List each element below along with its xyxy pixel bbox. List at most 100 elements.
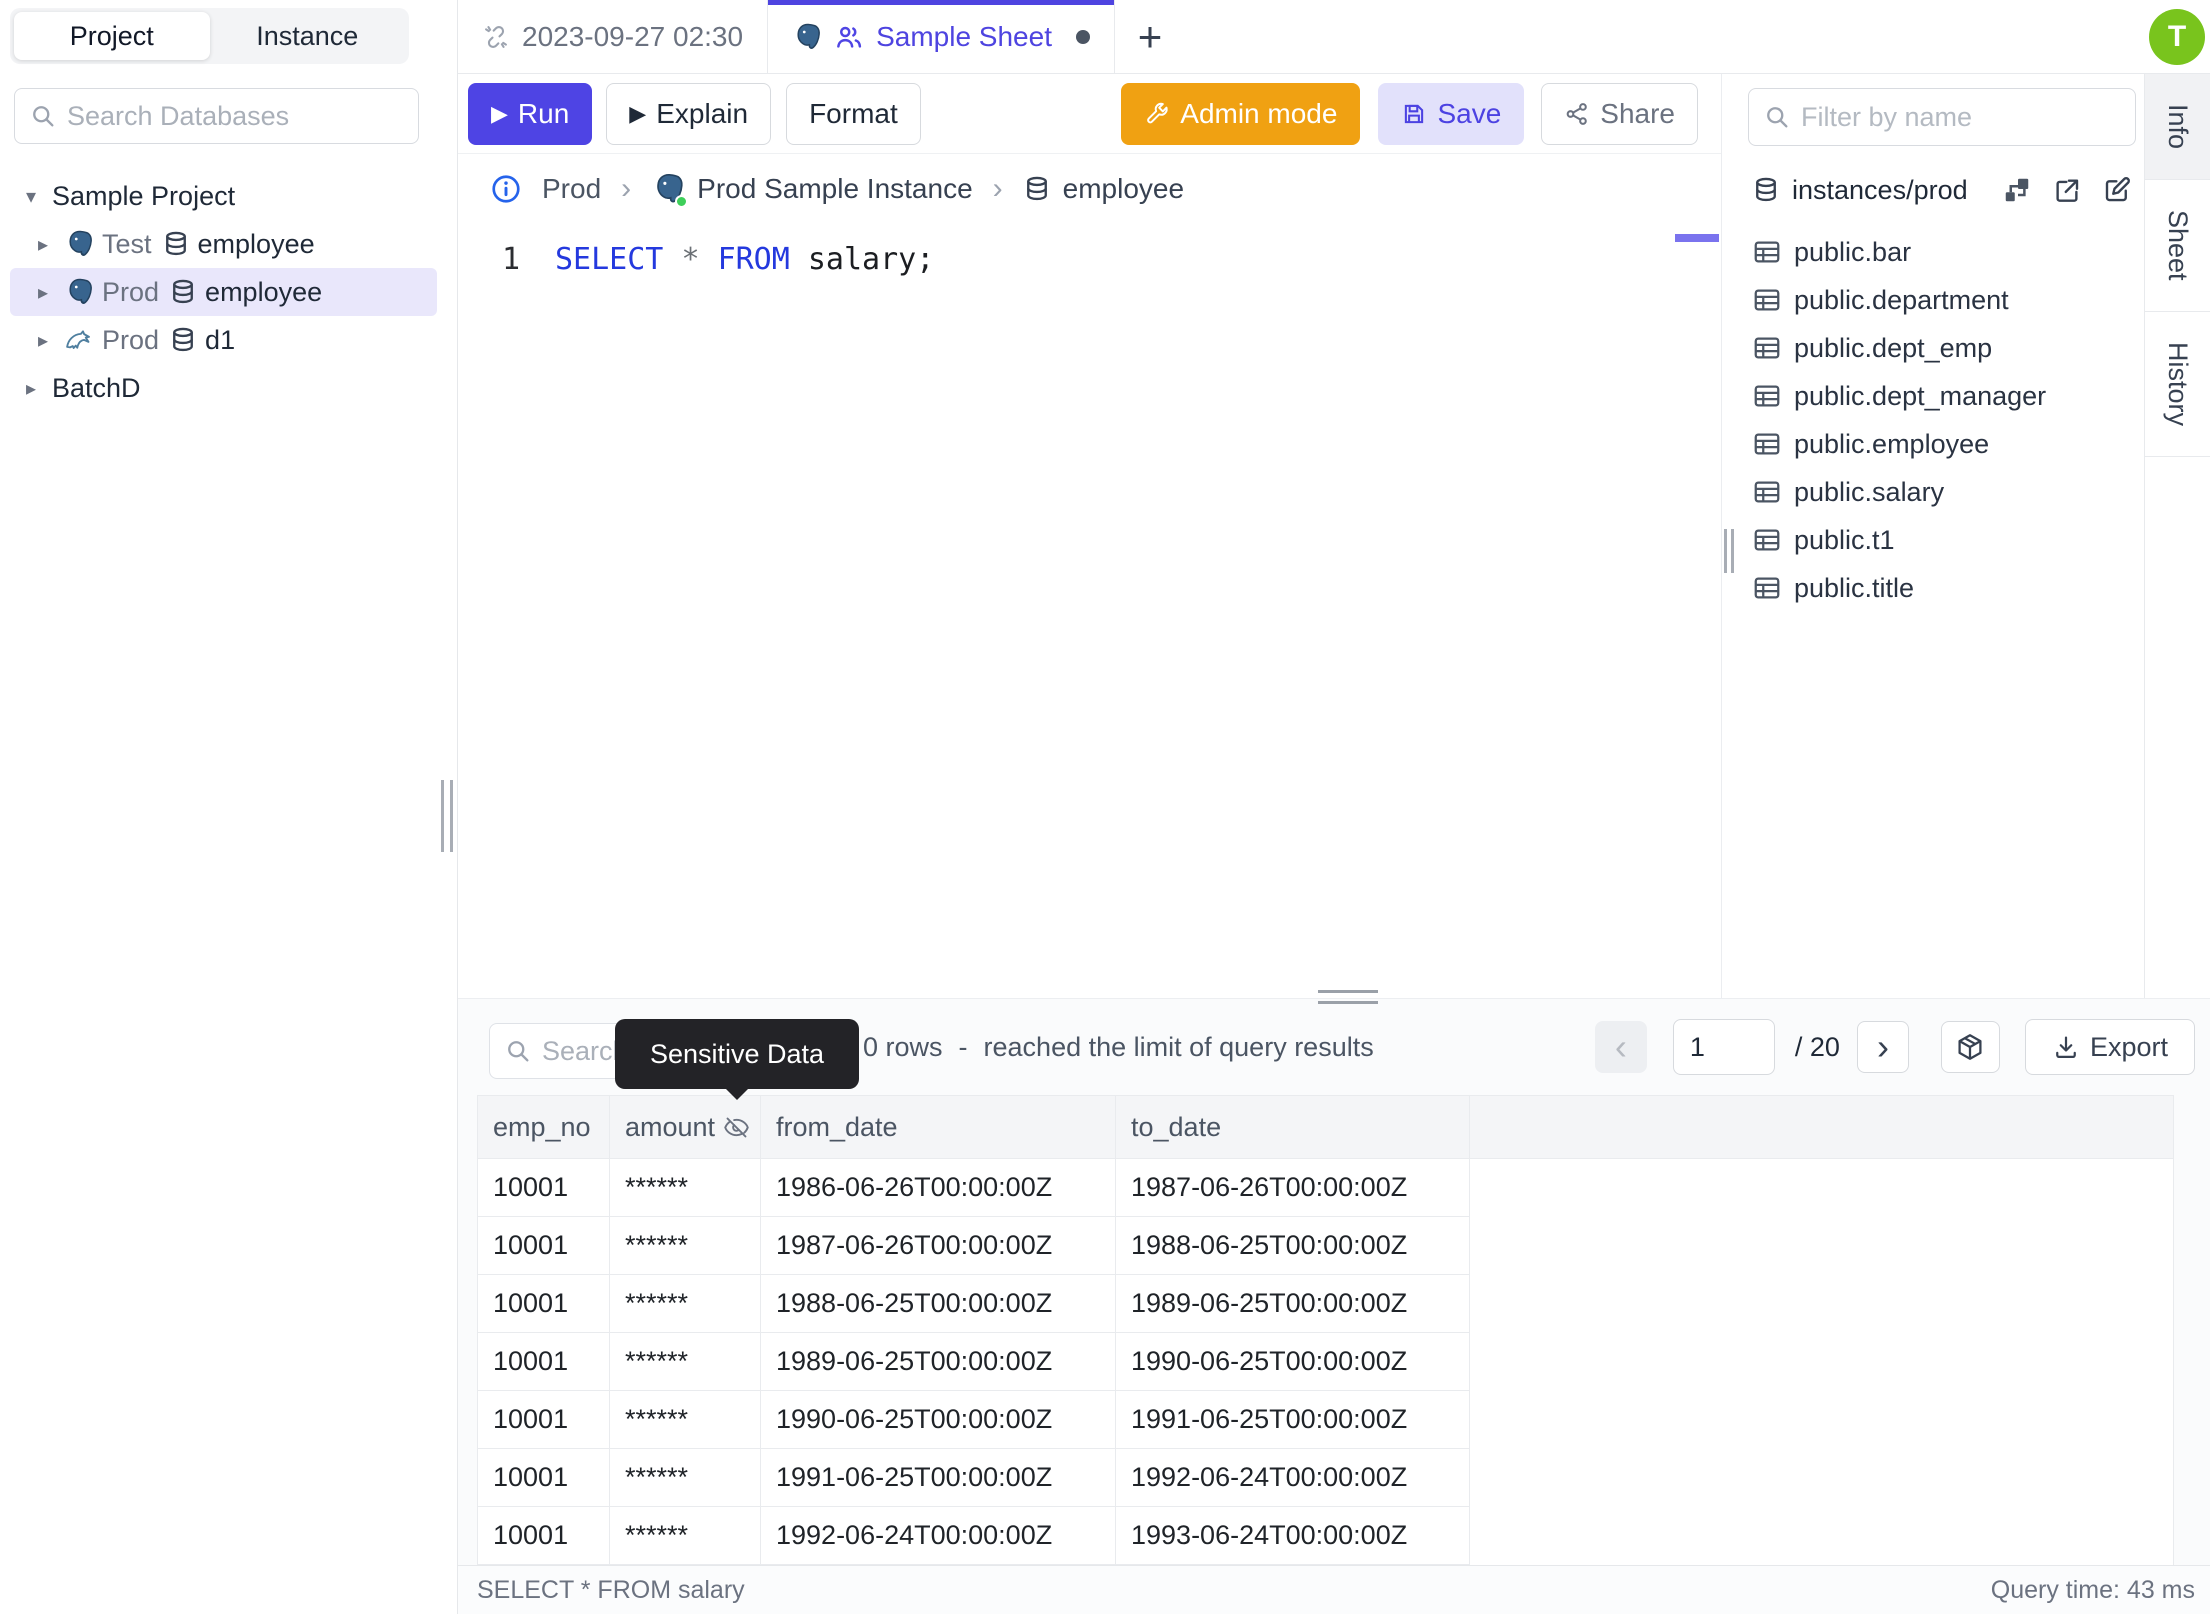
- table-row[interactable]: 10001 ****** 1989-06-25T00:00:00Z 1990-06-2…: [478, 1333, 2173, 1391]
- save-button[interactable]: Save: [1378, 82, 1525, 145]
- table-list-item[interactable]: public.employee: [1748, 420, 2136, 468]
- download-icon: [2056, 1036, 2076, 1059]
- table-row[interactable]: 10001 ****** 1992-06-24T00:00:00Z 1993-06-2…: [478, 1507, 2173, 1565]
- table-list-item[interactable]: public.dept_emp: [1748, 324, 2136, 372]
- table-cell: 1989-06-25T00:00:00Z: [1116, 1275, 1470, 1333]
- table-row[interactable]: 10001 ****** 1991-06-25T00:00:00Z 1992-06-2…: [478, 1449, 2173, 1507]
- column-header[interactable]: to_date: [1116, 1096, 1470, 1159]
- table-row[interactable]: 10001 ****** 1987-06-26T00:00:00Z 1988-06-2…: [478, 1217, 2173, 1275]
- project-label: Sample Project: [52, 180, 236, 211]
- table-cell: 1990-06-25T00:00:00Z: [1116, 1333, 1470, 1391]
- edit-icon[interactable]: [2102, 175, 2132, 205]
- sheet-tab-sample-sheet[interactable]: Sample Sheet: [768, 0, 1115, 73]
- table-list-item[interactable]: public.bar: [1748, 228, 2136, 276]
- avatar-box: T: [2144, 0, 2210, 73]
- tab-project[interactable]: Project: [14, 12, 210, 60]
- table-cell-filler: [1470, 1159, 2173, 1217]
- caret-icon[interactable]: ▸: [38, 328, 64, 353]
- page-number-input[interactable]: [1672, 1019, 1775, 1075]
- postgres-icon: [651, 172, 689, 208]
- table-row[interactable]: 10001 ****** 1988-06-25T00:00:00Z 1989-06-2…: [478, 1275, 2173, 1333]
- tree-database-row[interactable]: ▸ Prod employee: [10, 268, 437, 316]
- result-table: emp_no amount from_date to_date 10001 ***…: [477, 1095, 2174, 1565]
- column-header[interactable]: emp_no: [478, 1096, 610, 1159]
- package-icon: [1958, 1034, 1982, 1060]
- status-bar: SELECT * FROM salary Query time: 43 ms: [458, 1565, 2210, 1614]
- results-toolbar: Sensitive Data 0 rows - reached the limi…: [458, 999, 2210, 1095]
- info-icon[interactable]: [490, 173, 522, 205]
- external-link-icon[interactable]: [2052, 175, 2082, 205]
- column-header-filler: [1470, 1096, 2173, 1159]
- database-icon: [173, 327, 193, 352]
- table-cell: 1990-06-25T00:00:00Z: [761, 1391, 1116, 1449]
- breadcrumb-instance[interactable]: Prod Sample Instance: [651, 172, 973, 208]
- caret-icon[interactable]: ▸: [38, 280, 64, 305]
- executed-query-text: SELECT * FROM salary: [477, 1575, 745, 1604]
- rail-tab-history[interactable]: History: [2145, 311, 2210, 457]
- code-token: *: [681, 242, 700, 277]
- separator: -: [958, 1031, 968, 1062]
- tree-database-row[interactable]: ▸ Prod d1: [10, 316, 437, 364]
- run-button[interactable]: ▶ Run: [468, 82, 593, 145]
- left-sidebar: Project Instance ▾Sample Project▸ Test e…: [0, 0, 458, 1614]
- code-line: 1 SELECT * FROM salary;: [458, 238, 1721, 282]
- table-icon: [1754, 433, 1780, 455]
- splitter-handle[interactable]: [1724, 529, 1734, 573]
- search-databases-input[interactable]: [67, 100, 404, 132]
- sql-editor[interactable]: 1 SELECT * FROM salary;: [458, 224, 1721, 998]
- table-list-item[interactable]: public.salary: [1748, 468, 2136, 516]
- breadcrumb: Prod › Prod Sample Instance › employee: [458, 154, 1721, 224]
- tab-instance[interactable]: Instance: [210, 12, 406, 60]
- editor-panel-splitter[interactable]: [1722, 74, 1738, 998]
- column-header-masked[interactable]: amount: [610, 1096, 761, 1159]
- caret-icon[interactable]: ▸: [26, 376, 52, 401]
- save-icon: [1405, 104, 1424, 123]
- sheet-tab-unsaved[interactable]: 2023-09-27 02:30: [458, 0, 769, 73]
- explain-button[interactable]: ▶ Explain: [606, 82, 772, 145]
- database-icon: [173, 279, 193, 304]
- eye-off-icon[interactable]: [723, 1114, 750, 1141]
- database-tree: ▾ Sample Project ▸ Test employee ▸ Prod emp…: [0, 172, 457, 412]
- tree-database-row[interactable]: ▸ Test employee: [10, 220, 437, 268]
- table-row[interactable]: 10001 ****** 1986-06-26T00:00:00Z 1987-06-2…: [478, 1159, 2173, 1217]
- table-list-item[interactable]: public.t1: [1748, 516, 2136, 564]
- tree-project-row[interactable]: ▾ Sample Project: [10, 172, 437, 220]
- admin-mode-button[interactable]: Admin mode: [1121, 82, 1361, 145]
- table-cell-filler: [1470, 1449, 2173, 1507]
- table-list-item[interactable]: public.title: [1748, 564, 2136, 612]
- export-button[interactable]: Export: [2024, 1019, 2195, 1075]
- caret-icon[interactable]: ▾: [26, 184, 52, 209]
- package-button[interactable]: [1940, 1021, 2000, 1073]
- schema-diagram-icon[interactable]: [2002, 175, 2032, 205]
- next-page-button[interactable]: ›: [1856, 1021, 1909, 1073]
- new-tab-button[interactable]: +: [1115, 0, 1185, 73]
- format-button[interactable]: Format: [786, 82, 921, 145]
- prev-page-button[interactable]: ‹: [1594, 1021, 1647, 1073]
- avatar[interactable]: T: [2149, 8, 2205, 65]
- result-table-header: emp_no amount from_date to_date: [478, 1096, 2173, 1159]
- page-total: / 20: [1794, 1031, 1840, 1062]
- rail-tab-sheet[interactable]: Sheet: [2145, 180, 2210, 312]
- table-list-item[interactable]: public.dept_manager: [1748, 372, 2136, 420]
- search-icon: [1767, 107, 1788, 128]
- overview-ruler-mark: [1675, 234, 1719, 242]
- results-resize-handle[interactable]: [1318, 990, 1378, 1004]
- table-row[interactable]: 10001 ****** 1990-06-25T00:00:00Z 1991-06-2…: [478, 1391, 2173, 1449]
- caret-icon[interactable]: ▸: [38, 232, 64, 257]
- table-cell: 1993-06-24T00:00:00Z: [1116, 1507, 1470, 1565]
- code-token: salary;: [807, 242, 935, 277]
- table-name: public.department: [1794, 284, 2009, 315]
- rail-tab-info[interactable]: Info: [2145, 74, 2210, 181]
- table-cell-filler: [1470, 1507, 2173, 1565]
- share-button[interactable]: Share: [1541, 82, 1698, 145]
- filter-by-name-input[interactable]: [1801, 101, 2121, 133]
- column-header[interactable]: from_date: [761, 1096, 1116, 1159]
- sidebar-resize-handle[interactable]: [441, 780, 453, 852]
- tree-project-row[interactable]: ▸ BatchD: [10, 364, 437, 412]
- table-cell-filler: [1470, 1333, 2173, 1391]
- table-icon: [1754, 241, 1780, 263]
- breadcrumb-database[interactable]: employee: [1023, 173, 1184, 205]
- table-list-item[interactable]: public.department: [1748, 276, 2136, 324]
- table-cell: ******: [610, 1159, 761, 1217]
